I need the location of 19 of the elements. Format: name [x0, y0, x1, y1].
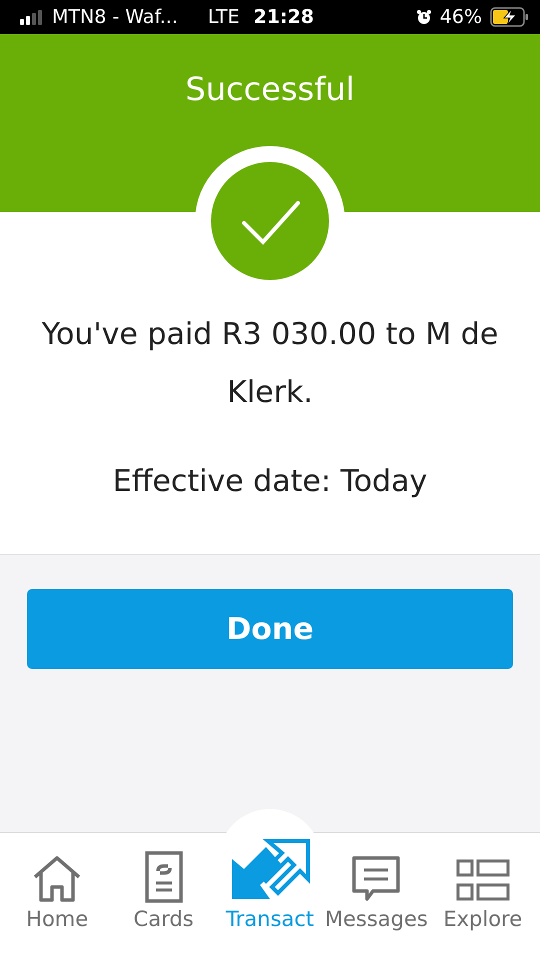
- nav-tab[interactable]: Home: [5, 833, 110, 960]
- battery-charging-icon: [490, 7, 530, 27]
- message-icon: [351, 855, 402, 903]
- done-button[interactable]: Done: [27, 589, 513, 669]
- signal-icon: [20, 9, 44, 25]
- clock-time: 21:28: [253, 6, 314, 28]
- payment-message: You've paid R3 030.00 to M de Klerk.: [40, 316, 500, 412]
- checkmark-icon: [210, 161, 330, 281]
- battery-percent: 46%: [440, 6, 482, 28]
- carrier-name: MTN8 - Waf...: [52, 6, 178, 28]
- nav-tab[interactable]: Messages: [324, 833, 428, 960]
- nav-tab[interactable]: Explore: [430, 833, 535, 960]
- card-icon: [144, 851, 184, 903]
- nav-tab[interactable]: Cards: [112, 833, 216, 960]
- page-title: Successful: [185, 70, 355, 110]
- grid-icon: [456, 859, 510, 903]
- effective-date: Effective date: Today: [112, 464, 428, 499]
- alarm-icon: [416, 9, 432, 25]
- network-type: LTE: [208, 6, 240, 28]
